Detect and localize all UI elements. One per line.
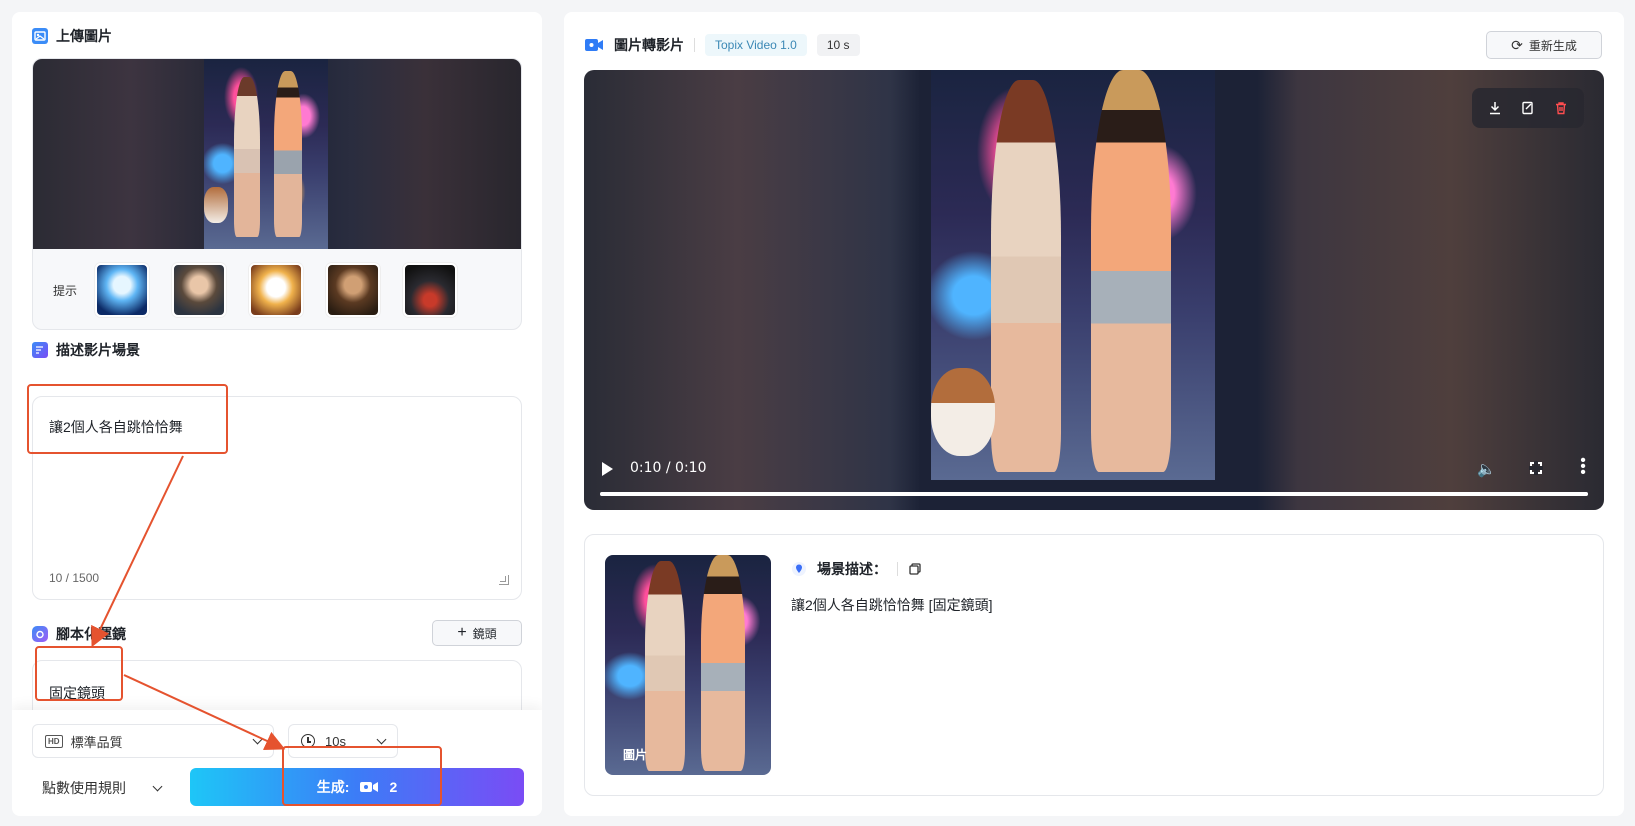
upload-dropzone[interactable]: 提示 — [32, 58, 522, 330]
result-thumbnail[interactable]: 圖片 — [605, 555, 771, 775]
fullscreen-icon[interactable] — [1529, 461, 1543, 475]
result-header: 圖片轉影片 Topix Video 1.0 10 s — [584, 32, 860, 58]
resize-handle[interactable] — [499, 575, 509, 585]
plus-icon: + — [457, 624, 467, 641]
hint-thumb-1[interactable] — [95, 263, 149, 317]
result-card: 圖片 場景描述： 讓2個人各自跳恰恰舞 [固定鏡頭] — [584, 534, 1604, 796]
quality-select[interactable]: HD 標準品質 — [32, 724, 274, 758]
edit-icon[interactable] — [1517, 97, 1539, 119]
points-rule-label: 點數使用規則 — [42, 780, 126, 796]
video-progress-fill — [600, 492, 1588, 496]
divider — [897, 562, 898, 576]
copy-icon[interactable] — [908, 562, 922, 576]
regenerate-button[interactable]: ⟳ 重新生成 — [1486, 31, 1602, 59]
describe-section-title: 描述影片場景 — [32, 340, 140, 360]
upload-title: 上傳圖片 — [56, 28, 112, 44]
refresh-icon: ⟳ — [1511, 36, 1523, 53]
upload-section-title: 上傳圖片 — [32, 26, 112, 46]
annotation-box-shot — [35, 646, 123, 701]
volume-icon[interactable]: 🔈 — [1477, 460, 1496, 478]
shot-section-title: 腳本化運鏡 — [32, 624, 126, 644]
hd-icon: HD — [45, 734, 63, 748]
shot-title: 腳本化運鏡 — [56, 626, 126, 642]
video-icon — [584, 38, 604, 52]
hint-row: 提示 — [33, 249, 521, 329]
scene-label: 場景描述： — [817, 561, 887, 577]
scene-text: 讓2個人各自跳恰恰舞 [固定鏡頭] — [791, 597, 993, 613]
pin-icon — [791, 561, 807, 577]
chevron-down-icon — [376, 734, 387, 745]
hint-thumb-4[interactable] — [326, 263, 380, 317]
video-controls: 0:10 / 0:10 🔈 • • • — [584, 450, 1604, 510]
hint-thumb-5[interactable] — [403, 263, 457, 317]
video-frame — [931, 70, 1215, 480]
model-badge: Topix Video 1.0 — [705, 34, 807, 56]
annotation-box-describe — [27, 384, 228, 454]
chevron-down-icon — [252, 734, 263, 745]
scene-header: 場景描述： — [791, 559, 922, 579]
thumb-tag: 圖片 — [623, 748, 648, 762]
hint-label: 提示 — [53, 283, 78, 298]
generate-bar: HD 標準品質 10s 點數使用規則 生成: 2 — [12, 710, 542, 816]
divider — [694, 38, 695, 52]
camera-icon — [32, 626, 48, 642]
right-panel: 圖片轉影片 Topix Video 1.0 10 s ⟳ 重新生成 0:10 /… — [564, 12, 1624, 816]
chevron-down-icon — [152, 781, 163, 791]
video-progress-track[interactable] — [600, 492, 1588, 496]
add-shot-label: 鏡頭 — [472, 626, 497, 641]
more-vertical-icon[interactable]: • • • — [1580, 453, 1586, 481]
add-shot-button[interactable]: + 鏡頭 — [432, 620, 522, 646]
hint-thumb-2[interactable] — [172, 263, 226, 317]
video-player[interactable]: 0:10 / 0:10 🔈 • • • — [584, 70, 1604, 510]
describe-title: 描述影片場景 — [56, 342, 140, 358]
result-title: 圖片轉影片 — [614, 37, 684, 53]
play-icon[interactable] — [602, 462, 613, 476]
video-toolbar — [1472, 88, 1584, 128]
points-rule-dropdown[interactable]: 點數使用規則 — [42, 778, 163, 798]
delete-icon[interactable] — [1550, 97, 1572, 119]
regenerate-label: 重新生成 — [1528, 38, 1577, 53]
uploaded-image-preview — [33, 59, 521, 249]
char-count: 10 / 1500 — [49, 571, 100, 585]
edit-doc-icon — [32, 342, 48, 358]
quality-value: 標準品質 — [70, 734, 123, 750]
annotation-box-generate — [282, 746, 442, 806]
hint-thumb-3[interactable] — [249, 263, 303, 317]
download-icon[interactable] — [1484, 97, 1506, 119]
video-time: 0:10 / 0:10 — [630, 460, 707, 476]
image-icon — [32, 28, 48, 44]
duration-badge: 10 s — [816, 34, 860, 56]
